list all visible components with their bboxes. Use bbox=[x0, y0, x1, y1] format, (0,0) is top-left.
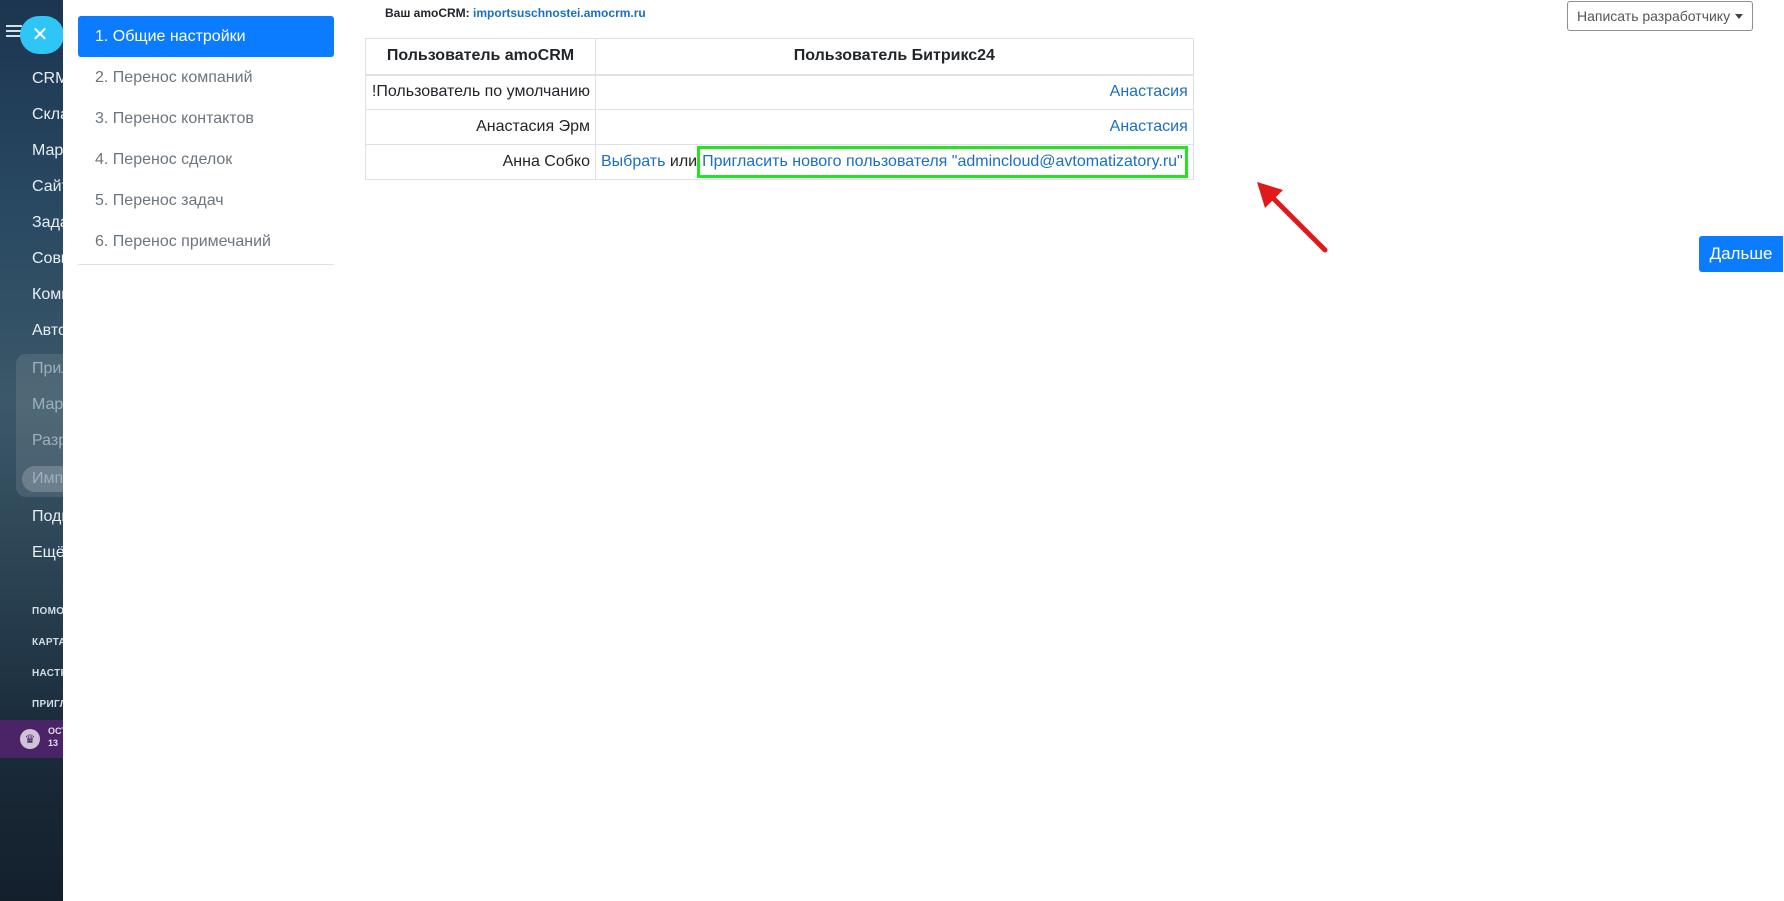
amocrm-user-cell: Анна Собко bbox=[365, 144, 596, 180]
bitrix-user-actions: Выбрать или Пригласить нового пользовател… bbox=[595, 144, 1194, 180]
sidebar-invite[interactable]: ПРИГЛ bbox=[32, 699, 63, 710]
sidebar-item-tasks[interactable]: Зада bbox=[32, 214, 63, 232]
sidebar-item-marketing[interactable]: Мар bbox=[32, 142, 63, 160]
caret-down-icon bbox=[1735, 14, 1743, 19]
sidebar-item-warehouse[interactable]: Скла bbox=[32, 106, 63, 124]
account-line: Ваш amoCRM: importsuschnostei.amocrm.ru bbox=[385, 6, 646, 20]
close-icon: ✕ bbox=[31, 24, 49, 46]
sidebar-item-market[interactable]: Мар bbox=[32, 396, 63, 414]
sidebar-item-dev[interactable]: Разр bbox=[32, 432, 63, 450]
or-text: или bbox=[669, 153, 698, 170]
sidebar-help[interactable]: ПОМО bbox=[32, 606, 63, 617]
sidebar-map[interactable]: КАРТА bbox=[32, 637, 63, 648]
table-header-row: Пользователь amoCRM Пользователь Битрикс… bbox=[365, 38, 1194, 76]
amocrm-user-cell: !Пользователь по умолчанию bbox=[365, 74, 596, 110]
promo-line-1: ОСТ bbox=[48, 726, 63, 736]
table-row: Анастасия Эрм Анастасия bbox=[365, 109, 1194, 145]
import-app: 1. Общие настройки 2. Перенос компаний 3… bbox=[63, 0, 1784, 901]
next-button[interactable]: Дальше bbox=[1699, 236, 1783, 272]
red-arrow-annotation bbox=[1257, 182, 1328, 253]
account-label: Ваш amoCRM: bbox=[385, 6, 470, 20]
sidebar-item-company[interactable]: Комп bbox=[32, 286, 63, 304]
sidebar-item-collab[interactable]: Совм bbox=[32, 250, 63, 268]
sidebar-item-crm[interactable]: CRM bbox=[32, 70, 63, 88]
promo-line-2: 13 bbox=[48, 738, 59, 748]
choose-user-link[interactable]: Выбрать bbox=[601, 153, 665, 170]
sidebar-settings[interactable]: НАСТР bbox=[32, 668, 63, 679]
sidebar-item-more[interactable]: Ещё bbox=[32, 544, 63, 562]
step-notes[interactable]: 6. Перенос примечаний bbox=[78, 221, 334, 262]
header-bitrix-user: Пользователь Битрикс24 bbox=[595, 38, 1194, 76]
sidebar-item-import[interactable]: Имп bbox=[32, 470, 63, 488]
sidebar-item-automation[interactable]: Авто bbox=[32, 322, 63, 340]
invite-highlight: Пригласить нового пользователя "adminclo… bbox=[697, 146, 1188, 178]
step-contacts[interactable]: 3. Перенос контактов bbox=[78, 98, 334, 139]
close-slider-button[interactable]: ✕ bbox=[20, 16, 64, 54]
write-developer-button[interactable]: Написать разработчику bbox=[1567, 1, 1753, 31]
step-deals[interactable]: 4. Перенос сделок bbox=[78, 139, 334, 180]
table-row: !Пользователь по умолчанию Анастасия bbox=[365, 74, 1194, 110]
steps-nav: 1. Общие настройки 2. Перенос компаний 3… bbox=[78, 16, 334, 265]
crown-icon: ♛ bbox=[20, 729, 40, 749]
bitrix-user-link[interactable]: Анастасия bbox=[1110, 118, 1188, 135]
write-developer-label: Написать разработчику bbox=[1577, 8, 1731, 24]
sidebar-item-sites[interactable]: Сайт bbox=[32, 178, 63, 196]
table-row: Анна Собко Выбрать или Пригласить нового … bbox=[365, 144, 1194, 180]
steps-divider bbox=[78, 264, 334, 265]
step-companies[interactable]: 2. Перенос компаний bbox=[78, 57, 334, 98]
sidebar-item-subscription[interactable]: Подп bbox=[32, 508, 63, 526]
account-domain-link[interactable]: importsuschnostei.amocrm.ru bbox=[473, 6, 646, 20]
bitrix-user-link[interactable]: Анастасия bbox=[1110, 83, 1188, 100]
amocrm-user-cell: Анастасия Эрм bbox=[365, 109, 596, 145]
sidebar-item-apps[interactable]: Прил bbox=[32, 360, 63, 378]
bitrix-sidebar: CRM Скла Мар Сайт Зада Совм Комп Авто Пр… bbox=[0, 0, 63, 901]
step-general-settings[interactable]: 1. Общие настройки bbox=[78, 16, 334, 57]
invite-user-link[interactable]: Пригласить нового пользователя "adminclo… bbox=[702, 153, 1183, 170]
user-mapping-table: Пользователь amoCRM Пользователь Битрикс… bbox=[365, 38, 1194, 180]
step-tasks[interactable]: 5. Перенос задач bbox=[78, 180, 334, 221]
header-amocrm-user: Пользователь amoCRM bbox=[365, 38, 596, 76]
